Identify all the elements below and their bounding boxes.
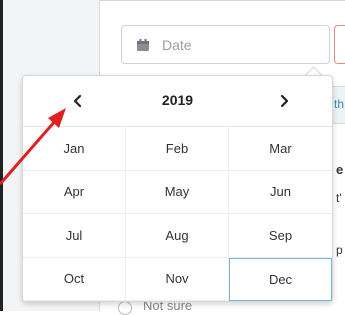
date-placeholder: Date	[162, 37, 192, 53]
month-cell-apr[interactable]: Apr	[23, 170, 126, 214]
left-edge	[0, 0, 3, 311]
background-text-fragment: p	[336, 243, 343, 257]
month-cell-nov[interactable]: Nov	[126, 257, 229, 301]
picker-header: 2019	[23, 76, 332, 127]
adjacent-input[interactable]	[334, 25, 345, 64]
month-cell-may[interactable]: May	[126, 170, 229, 214]
month-cell-oct[interactable]: Oct	[23, 257, 126, 301]
date-input[interactable]: Date	[121, 25, 330, 64]
month-grid: Jan Feb Mar Apr May Jun Jul Aug Sep Oct …	[23, 127, 332, 301]
month-cell-aug[interactable]: Aug	[126, 214, 229, 258]
month-picker: 2019 Jan Feb Mar Apr May Jun Jul Aug Sep…	[22, 75, 333, 302]
month-cell-sep[interactable]: Sep	[229, 214, 332, 258]
month-cell-mar[interactable]: Mar	[229, 127, 332, 171]
month-cell-feb[interactable]: Feb	[126, 127, 229, 171]
month-cell-jan[interactable]: Jan	[23, 127, 126, 171]
month-cell-jun[interactable]: Jun	[229, 171, 332, 214]
chevron-right-icon[interactable]	[271, 88, 297, 114]
month-cell-jul[interactable]: Jul	[23, 214, 126, 258]
background-text-fragment: t'	[336, 191, 342, 205]
background-text-fragment: e	[336, 162, 344, 177]
radio-not-sure[interactable]	[118, 301, 132, 315]
calendar-icon	[136, 38, 150, 52]
month-cell-dec[interactable]: Dec	[229, 257, 332, 301]
background-text-fragment: th	[334, 97, 345, 111]
